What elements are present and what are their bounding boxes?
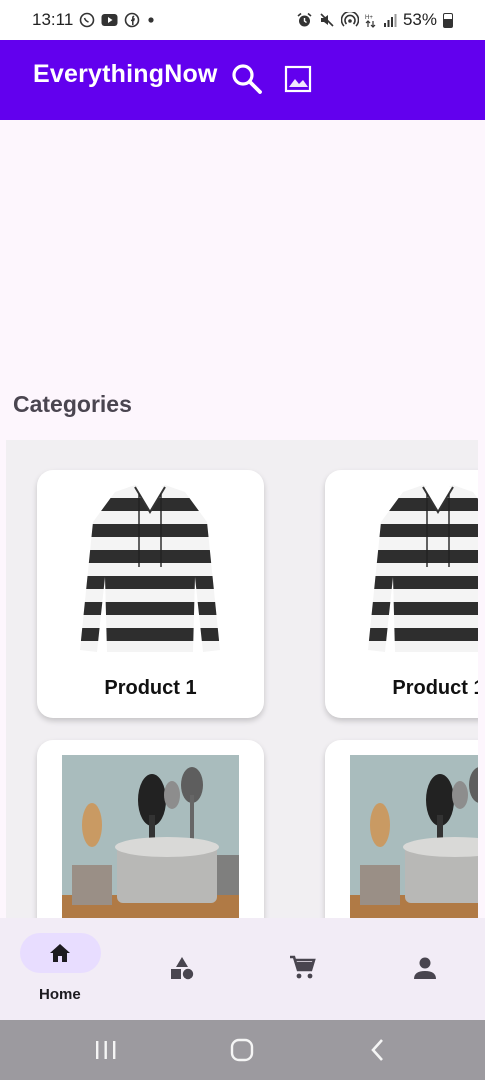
app-title: EverythingNow (33, 60, 218, 88)
category-card[interactable] (325, 740, 478, 918)
system-navigation-bar (0, 1020, 485, 1080)
nav-home-label: Home (39, 986, 81, 1003)
status-left: 13:11 (32, 10, 156, 30)
youtube-icon (101, 14, 118, 26)
striped-shirt-image (80, 485, 220, 652)
categories-icon[interactable] (169, 955, 195, 981)
status-time: 13:11 (32, 10, 74, 29)
data-icon: H+ (365, 15, 376, 28)
category-card[interactable]: Product 1 (325, 470, 478, 718)
signal-icon (383, 14, 397, 27)
profile-icon[interactable] (412, 955, 438, 981)
status-bar: 13:11 H+ 53% (0, 0, 485, 40)
content-placeholder (0, 120, 485, 385)
category-card[interactable] (37, 740, 264, 918)
whatsapp-icon (79, 12, 95, 28)
home-button[interactable] (229, 1037, 255, 1063)
battery-percent: 53% (402, 10, 437, 29)
facebook-icon (124, 12, 140, 28)
battery-icon (443, 12, 453, 28)
categories-title: Categories (13, 391, 132, 417)
nav-item-home[interactable] (20, 933, 101, 973)
hotspot-icon (340, 12, 359, 27)
search-icon[interactable] (230, 62, 264, 96)
kitchen-utensils-image (350, 755, 478, 918)
category-card-label: Product 1 (392, 677, 478, 699)
kitchen-utensils-image (62, 755, 239, 918)
alarm-icon (297, 12, 312, 27)
cart-icon[interactable] (288, 954, 316, 982)
category-card[interactable]: Product 1 (37, 470, 264, 718)
striped-shirt-image (368, 485, 478, 652)
status-right: H+ 53% (296, 10, 453, 30)
home-icon (50, 944, 70, 962)
svg-text:H+: H+ (365, 15, 373, 21)
recents-button[interactable] (94, 1039, 118, 1061)
dot-icon (148, 17, 154, 23)
bottom-navigation: Home (0, 918, 485, 1020)
app-bar: EverythingNow (0, 40, 485, 120)
categories-grid: Product 1 Product 1 (6, 440, 478, 918)
image-icon[interactable] (282, 63, 314, 95)
back-button[interactable] (369, 1037, 387, 1063)
category-card-label: Product 1 (104, 677, 197, 699)
mute-icon (320, 13, 334, 27)
